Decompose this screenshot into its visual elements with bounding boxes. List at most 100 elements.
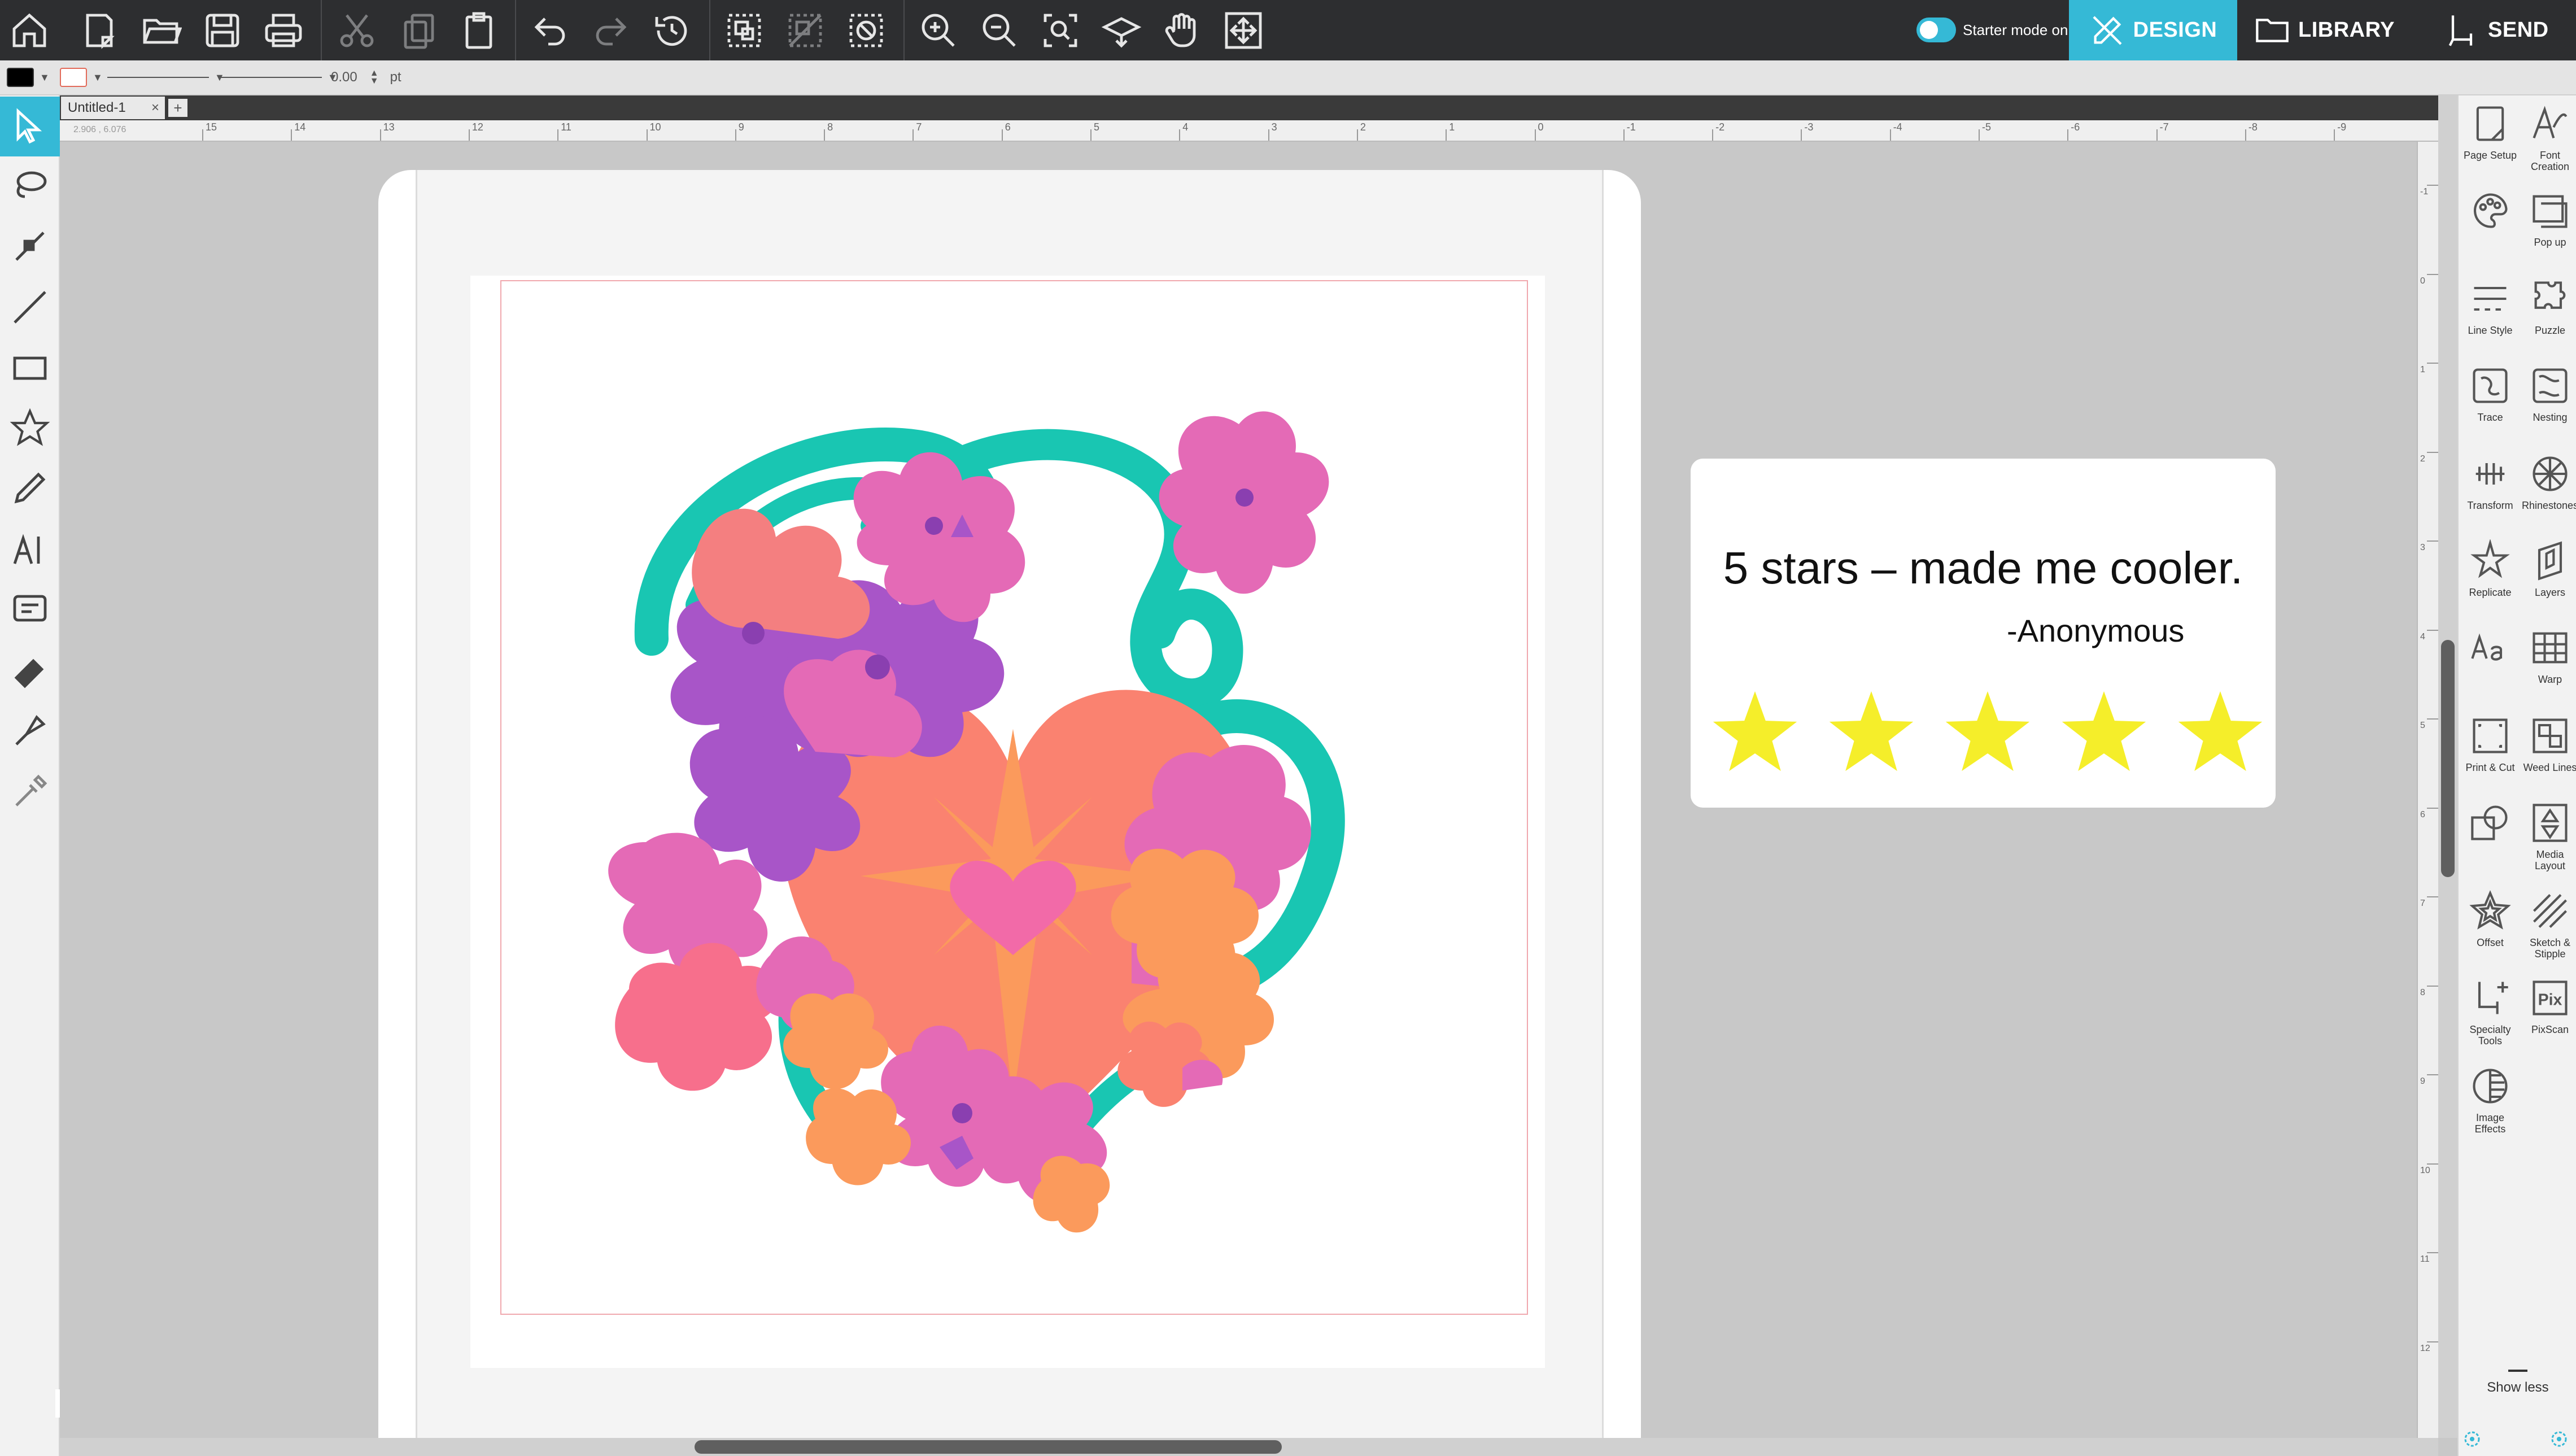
media-layout-button[interactable]: Media Layout [2521,801,2576,871]
nesting-button[interactable]: Nesting [2521,364,2576,423]
line-style-select[interactable]: ▼ [107,66,225,89]
rectangle-tool-icon[interactable] [0,338,60,398]
panel-item-label: Transform [2467,500,2513,511]
print-cut-button[interactable]: Print & Cut [2461,714,2520,773]
sketch-stipple-button[interactable]: Sketch & Stipple [2521,890,2576,960]
star-icon [2178,691,2263,771]
transform-button[interactable]: Transform [2461,452,2520,511]
text-style-button[interactable] [2461,626,2520,674]
floral-heart-artwork[interactable] [567,368,1462,1283]
fit-to-page-icon[interactable] [1098,7,1145,54]
ruler-tick [1712,129,1714,141]
open-folder-icon[interactable] [138,7,185,54]
show-less-label: Show less [2487,1380,2549,1395]
ruler-label: -9 [2337,121,2347,133]
starter-mode-toggle[interactable]: Starter mode on [1916,17,2068,43]
settings-gear-icon[interactable] [2463,1427,2570,1451]
line-width-field[interactable]: 0.00 ▲ ▼ pt [331,66,401,89]
select-tool-icon[interactable] [0,97,60,156]
ruler-label: 13 [383,121,395,133]
horizontal-scroll-thumb[interactable] [695,1440,1282,1454]
vertical-scrollbar[interactable] [2438,95,2457,1438]
replicate-button[interactable]: Replicate [2461,539,2520,598]
line-color-picker[interactable]: ▼ [60,66,103,89]
cut-icon[interactable] [333,7,381,54]
star-tool-icon[interactable] [0,398,60,458]
text-tool-icon[interactable] [0,520,60,580]
zoom-in-icon[interactable] [915,7,962,54]
ruler-label: 4 [1182,121,1189,133]
release-compound-icon[interactable] [842,7,890,54]
modify-icon [2471,805,2508,840]
pixscan-button[interactable]: Pix PixScan [2521,977,2576,1035]
pan-hand-icon[interactable] [1159,7,1206,54]
lasso-tool-icon[interactable] [0,156,60,216]
fill-color-picker[interactable]: ▼ [7,66,50,89]
ruler-tick [1268,129,1269,141]
zoom-out-icon[interactable] [976,7,1023,54]
redo-icon[interactable] [587,7,635,54]
new-document-icon[interactable] [76,7,123,54]
ruler-tick [1623,129,1625,141]
warp-button[interactable]: Warp [2521,626,2576,685]
knife-tool-icon[interactable] [0,701,60,761]
offset-button[interactable]: Offset [2461,890,2520,948]
group-icon[interactable] [721,7,768,54]
layers-button[interactable]: Layers [2521,539,2576,598]
trace-button[interactable]: Trace [2461,364,2520,423]
specialty-tools-button[interactable]: Specialty Tools [2461,977,2520,1047]
document-tab[interactable]: Untitled-1 × [61,97,165,119]
tab-send[interactable]: SEND [2444,0,2568,60]
horizontal-ruler: 2.906 , 6.076 15 14 13 12 11 10 9 8 7 6 5 4 3 2 1 0 -1 -2… [60,120,2438,142]
stepper-icon[interactable]: ▲ ▼ [370,69,379,86]
text-box-tool-icon[interactable] [0,580,60,640]
line-tool-icon[interactable] [0,277,60,337]
line-style-icon [2474,286,2507,311]
eyedropper-tool-icon[interactable] [0,762,60,822]
zoom-selection-icon[interactable] [1037,7,1084,54]
horizontal-scrollbar[interactable] [60,1438,2438,1456]
vertical-scroll-thumb[interactable] [2441,640,2455,877]
toggle-switch[interactable] [1916,18,1956,42]
image-effects-button[interactable]: Image Effects [2461,1065,2520,1135]
tab-design[interactable]: DESIGN [2069,0,2237,60]
palette-button[interactable] [2461,189,2520,237]
ruler-tick [468,129,470,141]
rhinestone-icon [2533,456,2568,491]
undo-icon[interactable] [526,7,574,54]
puzzle-button[interactable]: Puzzle [2521,277,2576,336]
ungroup-icon[interactable] [781,7,829,54]
tab-library[interactable]: LIBRARY [2254,0,2424,60]
font-creation-button[interactable]: Font Creation [2521,102,2576,172]
pencil-tool-icon[interactable] [0,458,60,518]
move-icon[interactable] [1220,7,1267,54]
tab-library-label: LIBRARY [2298,18,2395,42]
history-icon[interactable] [648,7,696,54]
copy-icon[interactable] [395,7,443,54]
pop-up-button[interactable]: Pop up [2521,189,2576,248]
right-panel: Page Setup Font Creation Pop up Line Style P… [2457,95,2576,1456]
edit-points-tool-icon[interactable] [0,216,60,276]
close-tab-icon[interactable]: × [151,100,159,116]
save-icon[interactable] [199,7,246,54]
add-tab-button[interactable]: + [168,99,187,117]
panel-item-label: Replicate [2469,587,2512,598]
line-style-button[interactable]: Line Style [2461,277,2520,336]
modify-button[interactable] [2461,801,2520,849]
ruler-tick [1801,129,1802,141]
print-icon[interactable] [260,7,307,54]
page-setup-button[interactable]: Page Setup [2461,102,2520,161]
paste-icon[interactable] [455,7,503,54]
rhinestones-button[interactable]: Rhinestones [2521,452,2576,511]
line-width-value[interactable]: 0.00 [331,69,357,85]
home-icon[interactable] [6,7,53,54]
star-icon [2062,691,2146,771]
puzzle-icon [2534,281,2566,309]
review-quote: 5 stars – made me cooler. [1723,543,2243,593]
weed-lines-button[interactable]: Weed Lines [2521,714,2576,773]
design-canvas[interactable]: 5 stars – made me cooler. -Anonymous [60,142,2417,1456]
eraser-tool-icon[interactable] [0,641,60,701]
show-less-button[interactable]: Show less [2459,1370,2576,1396]
line-end-select[interactable]: ▼ [220,66,338,89]
review-card[interactable]: 5 stars – made me cooler. -Anonymous [1691,459,2276,808]
